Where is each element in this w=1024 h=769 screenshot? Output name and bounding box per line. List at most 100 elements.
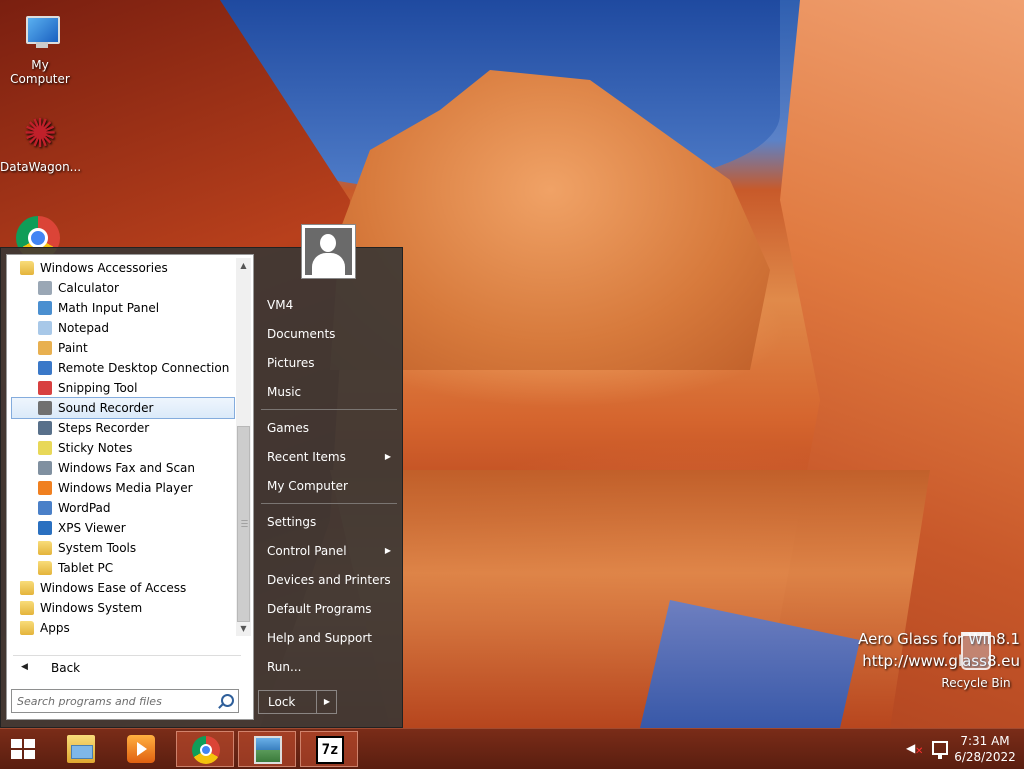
- folder-icon: [38, 561, 52, 575]
- microphone-icon: [38, 401, 52, 415]
- wordpad-icon: [38, 501, 52, 515]
- program-label: Apps: [40, 621, 70, 635]
- network-icon[interactable]: [932, 741, 948, 759]
- program-item[interactable]: Math Input Panel: [7, 298, 236, 318]
- program-item[interactable]: Paint: [7, 338, 236, 358]
- right-menu-label: Documents: [267, 327, 336, 341]
- right-menu-item[interactable]: Default Programs: [259, 596, 399, 622]
- photo-icon: [254, 736, 282, 764]
- right-menu-item[interactable]: Games: [259, 415, 399, 441]
- lock-button[interactable]: Lock: [259, 691, 315, 713]
- notepad-icon: [38, 321, 52, 335]
- menu-separator: [261, 503, 397, 504]
- taskbar-photo-viewer[interactable]: [238, 731, 296, 767]
- desktop-icon-label: Recycle Bin: [941, 676, 1011, 690]
- program-item[interactable]: Sticky Notes: [7, 438, 236, 458]
- back-label: Back: [51, 661, 81, 675]
- program-item[interactable]: Tablet PC: [7, 558, 236, 578]
- volume-muted-icon[interactable]: ◀ ✕: [906, 741, 923, 757]
- right-menu-item[interactable]: Devices and Printers: [259, 567, 399, 593]
- program-item[interactable]: Windows Ease of Access: [7, 578, 236, 598]
- program-item[interactable]: Apps: [7, 618, 236, 638]
- desktop-icon-my-computer[interactable]: My Computer: [0, 10, 80, 86]
- folder-icon: [20, 601, 34, 615]
- program-label: WordPad: [58, 501, 111, 515]
- program-item[interactable]: XPS Viewer: [7, 518, 236, 538]
- windows-logo-icon: [11, 739, 35, 759]
- program-item[interactable]: Windows Media Player: [7, 478, 236, 498]
- right-menu-item[interactable]: Recent Items ▶: [259, 444, 399, 470]
- start-button[interactable]: [8, 735, 38, 763]
- programs-scrollbar[interactable]: ▲ — — — ▼: [236, 258, 251, 636]
- lock-button-group: Lock ▶: [258, 690, 337, 714]
- paint-icon: [38, 341, 52, 355]
- program-item[interactable]: Windows Fax and Scan: [7, 458, 236, 478]
- program-item[interactable]: Windows System: [7, 598, 236, 618]
- scroll-thumb[interactable]: — — —: [237, 426, 250, 622]
- calculator-icon: [38, 281, 52, 295]
- right-menu-item[interactable]: Music: [259, 379, 399, 405]
- right-menu-item[interactable]: My Computer: [259, 473, 399, 499]
- taskbar: 7z ◀ ✕ 7:31 AM 6/28/2022: [0, 728, 1024, 769]
- desktop-icon-recycle-bin[interactable]: Recycle Bin: [940, 632, 1012, 690]
- right-menu-item[interactable]: Run...: [259, 654, 399, 680]
- program-list: Windows Accessories Calculator Math Input …: [7, 258, 236, 638]
- taskbar-file-explorer[interactable]: [52, 731, 110, 767]
- search-icon[interactable]: [221, 694, 234, 707]
- scroll-up-icon[interactable]: ▲: [236, 258, 251, 273]
- program-label: System Tools: [58, 541, 137, 555]
- lock-options-arrow-icon[interactable]: ▶: [316, 691, 337, 713]
- right-menu-label: Help and Support: [267, 631, 372, 645]
- user-icon: [305, 228, 352, 275]
- program-item[interactable]: Notepad: [7, 318, 236, 338]
- search-input[interactable]: [17, 693, 207, 709]
- taskbar-google-chrome[interactable]: [176, 731, 234, 767]
- right-menu-item[interactable]: Control Panel ▶: [259, 538, 399, 564]
- right-menu-item[interactable]: VM4: [259, 292, 399, 318]
- right-menu-label: Recent Items: [267, 450, 346, 464]
- back-button[interactable]: ◀ Back: [13, 655, 241, 680]
- clock[interactable]: 7:31 AM 6/28/2022: [952, 733, 1018, 765]
- programs-pane: Windows Accessories Calculator Math Input …: [6, 254, 254, 720]
- fax-icon: [38, 461, 52, 475]
- program-item[interactable]: Windows Accessories: [7, 258, 236, 278]
- right-menu-item[interactable]: Pictures: [259, 350, 399, 376]
- scroll-down-icon[interactable]: ▼: [236, 621, 251, 636]
- taskbar-7-zip[interactable]: 7z: [300, 731, 358, 767]
- right-menu-item[interactable]: Help and Support: [259, 625, 399, 651]
- xps-viewer-icon: [38, 521, 52, 535]
- program-label: Sticky Notes: [58, 441, 133, 455]
- program-item[interactable]: Remote Desktop Connection: [7, 358, 236, 378]
- right-menu-label: Devices and Printers: [267, 573, 391, 587]
- clock-time: 7:31 AM: [960, 734, 1010, 748]
- back-arrow-icon: ◀: [21, 662, 28, 672]
- apps-folder-icon: [20, 621, 34, 635]
- program-label: Windows Ease of Access: [40, 581, 187, 595]
- program-label: XPS Viewer: [58, 521, 126, 535]
- desktop-icon-datawagon[interactable]: ✺ DataWagon...: [0, 112, 81, 174]
- submenu-arrow-icon: ▶: [384, 546, 391, 555]
- right-menu-label: Pictures: [267, 356, 315, 370]
- program-label: Calculator: [58, 281, 119, 295]
- right-menu-label: Games: [267, 421, 309, 435]
- program-item[interactable]: WordPad: [7, 498, 236, 518]
- right-menu-label: Music: [267, 385, 302, 399]
- sticky-notes-icon: [38, 441, 52, 455]
- user-picture[interactable]: [301, 224, 356, 279]
- program-item[interactable]: Calculator: [7, 278, 236, 298]
- right-menu-item[interactable]: Documents: [259, 321, 399, 347]
- menu-separator: [261, 409, 397, 410]
- program-item[interactable]: Sound Recorder: [11, 397, 235, 419]
- submenu-arrow-icon: ▶: [384, 452, 391, 461]
- right-menu-label: Settings: [267, 515, 317, 529]
- program-item[interactable]: Snipping Tool: [7, 378, 236, 398]
- program-item[interactable]: Steps Recorder: [7, 418, 236, 438]
- search-box[interactable]: [11, 689, 239, 713]
- program-label: Steps Recorder: [58, 421, 150, 435]
- taskbar-windows-media-player[interactable]: [112, 731, 170, 767]
- right-menu-label: VM4: [267, 298, 294, 312]
- right-menu-item[interactable]: Settings: [259, 509, 399, 535]
- program-item[interactable]: System Tools: [7, 538, 236, 558]
- folder-icon: [67, 735, 95, 763]
- media-player-icon: [38, 481, 52, 495]
